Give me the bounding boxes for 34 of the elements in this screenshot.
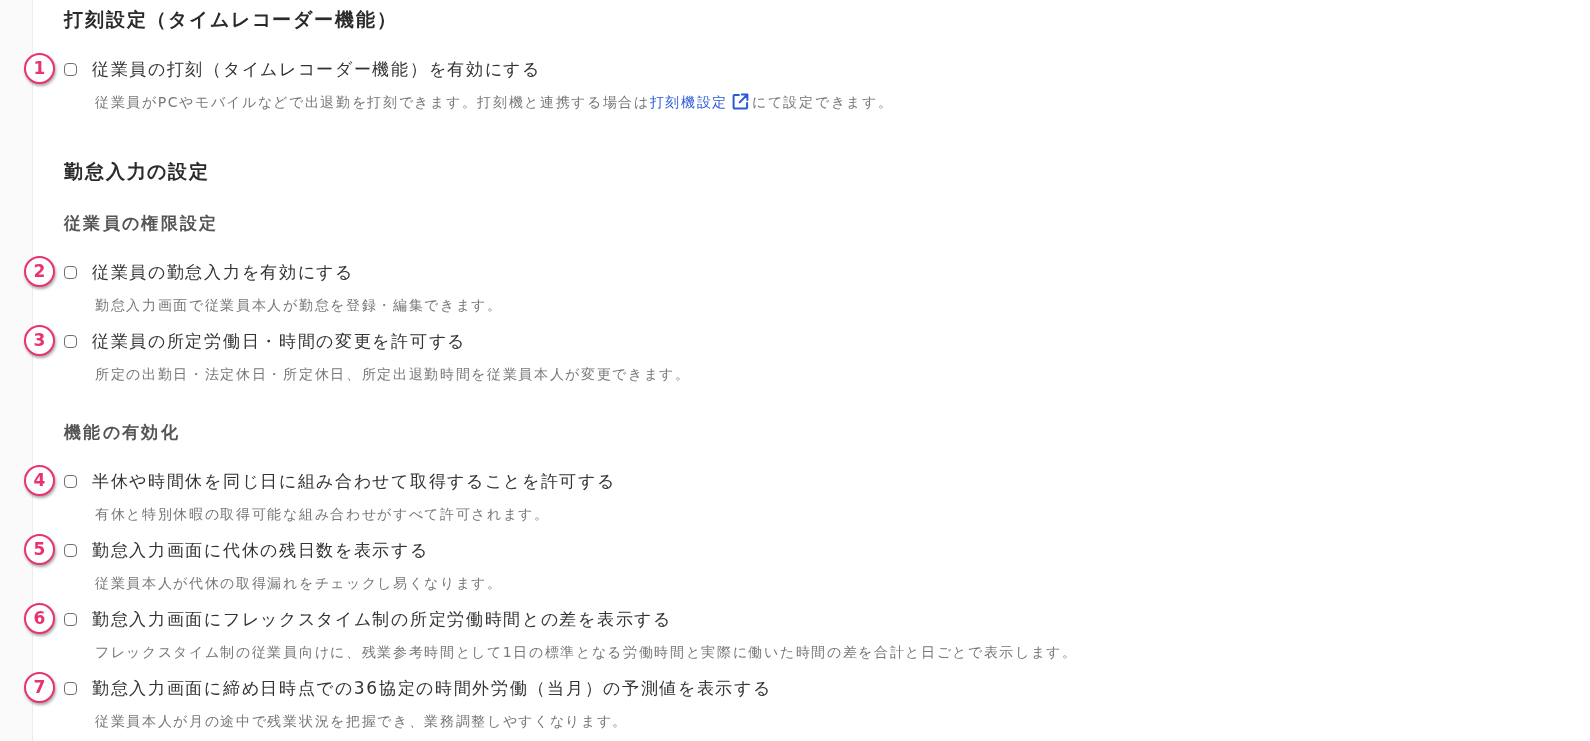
external-link-icon [732,93,750,110]
option-description: 従業員本人が月の途中で残業状況を把握でき、業務調整しやすくなります。 [95,712,630,731]
checkbox[interactable] [64,474,77,488]
number-marker: 5 [24,534,55,565]
checkbox[interactable] [64,612,77,626]
option-label: 従業員の勤怠入力を有効にする [92,261,354,284]
option-description: フレックスタイム制の従業員向けに、残業参考時間として1日の標準となる労働時間と実際に働いた時間の差を合計と日ごとで表示します。 [95,643,1079,662]
option-label: 従業員の所定労働日・時間の変更を許可する [92,330,466,353]
group-heading: 従業員の権限設定 [64,213,220,235]
number-marker: 3 [24,325,55,356]
option-description: 所定の出勤日・法定休日・所定休日、所定出退勤時間を従業員本人が変更できます。 [95,365,692,384]
checkbox[interactable] [64,265,77,279]
option-label: 従業員の打刻（タイムレコーダー機能）を有効にする [92,58,541,81]
section-heading: 打刻設定（タイムレコーダー機能） [64,8,399,32]
option-description: 従業員がPCやモバイルなどで出退勤を打刻できます。打刻機と連携する場合は 打刻機設定 にて設定できます。 [95,92,895,112]
number-marker: 6 [24,603,55,634]
number-marker: 4 [24,465,55,496]
number-marker: 1 [24,53,55,84]
option-label: 勤怠入力画面に代休の残日数を表示する [92,539,429,562]
settings-link[interactable]: 打刻機設定 [649,94,753,110]
option-description: 有休と特別休暇の取得可能な組み合わせがすべて許可されます。 [95,505,551,524]
group-heading: 機能の有効化 [64,422,181,444]
number-marker: 2 [24,256,55,287]
option-description: 従業員本人が代休の取得漏れをチェックし易くなります。 [95,574,504,593]
option-label: 勤怠入力画面に締め日時点での36協定の時間外労働（当月）の予測値を表示する [92,677,772,700]
checkbox[interactable] [64,62,77,76]
option-label: 半休や時間休を同じ日に組み合わせて取得することを許可する [92,470,616,493]
checkbox[interactable] [64,681,77,695]
checkbox[interactable] [64,543,77,557]
option-label: 勤怠入力画面にフレックスタイム制の所定労働時間との差を表示する [92,608,672,631]
option-description: 勤怠入力画面で従業員本人が勤怠を登録・編集できます。 [95,296,504,315]
section-heading: 勤怠入力の設定 [64,160,211,184]
checkbox[interactable] [64,334,77,348]
number-marker: 7 [24,672,55,703]
